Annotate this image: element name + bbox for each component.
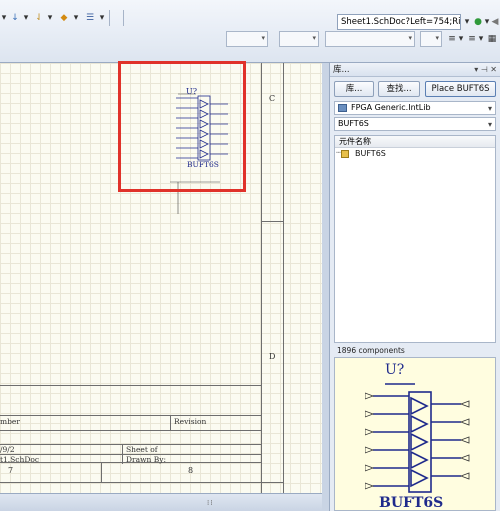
title-block-rule xyxy=(122,444,123,464)
component-list-header[interactable]: 元件名称 xyxy=(335,136,495,148)
panel-title-controls: ▾ ⊣ ✕ xyxy=(474,63,497,77)
title-sheet-label: Sheet of xyxy=(126,445,158,454)
preview-buffer-graphic xyxy=(373,383,461,493)
library-select-value: FPGA Generic.IntLib xyxy=(351,103,431,112)
status-bar: ⁞⁞ xyxy=(0,493,322,511)
libraries-panel: 库... ▾ ⊣ ✕ 库... 查找... Place BUFT6S FPGA … xyxy=(329,63,500,511)
title-number-label: mber xyxy=(0,417,20,426)
toolbar-combo[interactable]: ▾ xyxy=(325,31,415,47)
toolbar: ▾ ↓ ▾ ⇃ ▾ ◆ ▾ ☰ ▾ Sheet1.SchDoc?Left=754… xyxy=(0,0,500,63)
distribute-icon[interactable]: ≡ xyxy=(466,31,478,47)
preview-part-name: BUFT6S xyxy=(379,495,444,511)
chevron-down-icon[interactable]: ▾ xyxy=(0,10,8,26)
panel-title: 库... xyxy=(333,65,350,75)
toolbar-separator xyxy=(123,10,124,26)
close-icon[interactable]: ✕ xyxy=(490,65,497,74)
chevron-down-icon[interactable]: ▾ xyxy=(488,119,492,131)
toolbar-combo[interactable]: ▾ xyxy=(279,31,319,47)
sheet-border xyxy=(261,221,283,222)
library-icon xyxy=(338,104,347,112)
component-filter-value: BUFT6S xyxy=(338,119,369,128)
preview-pin-arrows xyxy=(365,392,470,490)
zone-divider xyxy=(101,463,102,482)
title-drawn-label: Drawn By: xyxy=(126,455,166,464)
sheet-border xyxy=(0,482,284,483)
component-icon xyxy=(341,150,349,158)
component-count: 1896 components xyxy=(337,346,405,355)
title-file-value: t1.SchDoc xyxy=(0,455,40,464)
place-component-button[interactable]: Place BUFT6S xyxy=(425,81,496,97)
toolbar-combo[interactable]: ▾ xyxy=(420,31,442,47)
component-item-label: BUFT6S xyxy=(355,149,386,158)
zone-label-7: 7 xyxy=(8,466,14,475)
title-block: mber Revision /9/2 Sheet of t1.SchDoc Dr… xyxy=(0,385,262,464)
chevron-down-icon: ▾ xyxy=(435,34,439,42)
library-select[interactable]: FPGA Generic.IntLib ▾ xyxy=(334,101,496,115)
back-icon[interactable]: ◀ xyxy=(490,14,500,30)
toolbar-separator xyxy=(109,10,110,26)
title-block-rule xyxy=(0,430,262,431)
sheet-border xyxy=(283,63,284,493)
chevron-down-icon[interactable]: ▾ xyxy=(463,14,471,30)
chevron-down-icon[interactable]: ▾ xyxy=(474,65,478,74)
grid-icon[interactable]: ▦ xyxy=(486,31,498,47)
title-date-value: /9/2 xyxy=(0,445,15,454)
pin-icon[interactable]: ⊣ xyxy=(481,65,488,74)
libraries-button[interactable]: 库... xyxy=(334,81,374,97)
zone-label-d: D xyxy=(269,352,276,361)
title-block-rule xyxy=(0,415,262,416)
title-revision-label: Revision xyxy=(174,417,207,426)
diamond-icon[interactable]: ◆ xyxy=(58,10,70,26)
highlight-box xyxy=(118,61,246,192)
resize-grip-icon[interactable]: ⁞⁞ xyxy=(207,499,213,507)
chevron-down-icon[interactable]: ▾ xyxy=(98,10,106,26)
chevron-down-icon: ▾ xyxy=(312,34,316,42)
zone-label-c: C xyxy=(269,94,276,103)
pin-icon[interactable]: ⇃ xyxy=(34,10,44,26)
chevron-down-icon[interactable]: ▾ xyxy=(458,31,464,47)
chevron-down-icon[interactable]: ▾ xyxy=(46,10,54,26)
go-icon[interactable]: ● xyxy=(472,14,484,30)
component-list[interactable]: 元件名称 ┄ BUFT6S xyxy=(334,135,496,343)
search-button[interactable]: 查找... xyxy=(378,81,420,97)
component-preview: U? BUFT6S xyxy=(334,357,496,511)
preview-designator: U? xyxy=(385,362,405,378)
component-list-item[interactable]: ┄ BUFT6S xyxy=(335,148,495,160)
preview-symbol xyxy=(365,383,470,493)
arrow-down-icon[interactable]: ↓ xyxy=(10,10,20,26)
toolbar-combo[interactable]: ▾ xyxy=(226,31,268,47)
zone-label-8: 8 xyxy=(188,466,194,475)
chevron-down-icon[interactable]: ▾ xyxy=(72,10,80,26)
chevron-down-icon[interactable]: ▾ xyxy=(488,103,492,115)
align-icon[interactable]: ≡ xyxy=(446,31,458,47)
chevron-down-icon: ▾ xyxy=(408,34,412,42)
panel-splitter[interactable] xyxy=(322,63,329,511)
chevron-down-icon[interactable]: ▾ xyxy=(22,10,30,26)
chevron-down-icon[interactable]: ▾ xyxy=(478,31,484,47)
list-icon[interactable]: ☰ xyxy=(84,10,96,26)
component-filter-input[interactable]: BUFT6S ▾ xyxy=(334,117,496,131)
panel-title-bar: 库... ▾ ⊣ ✕ xyxy=(330,63,500,77)
document-address-field[interactable]: Sheet1.SchDoc?Left=754;Right= xyxy=(337,14,461,30)
chevron-down-icon: ▾ xyxy=(261,34,265,42)
title-block-rule xyxy=(170,415,171,430)
